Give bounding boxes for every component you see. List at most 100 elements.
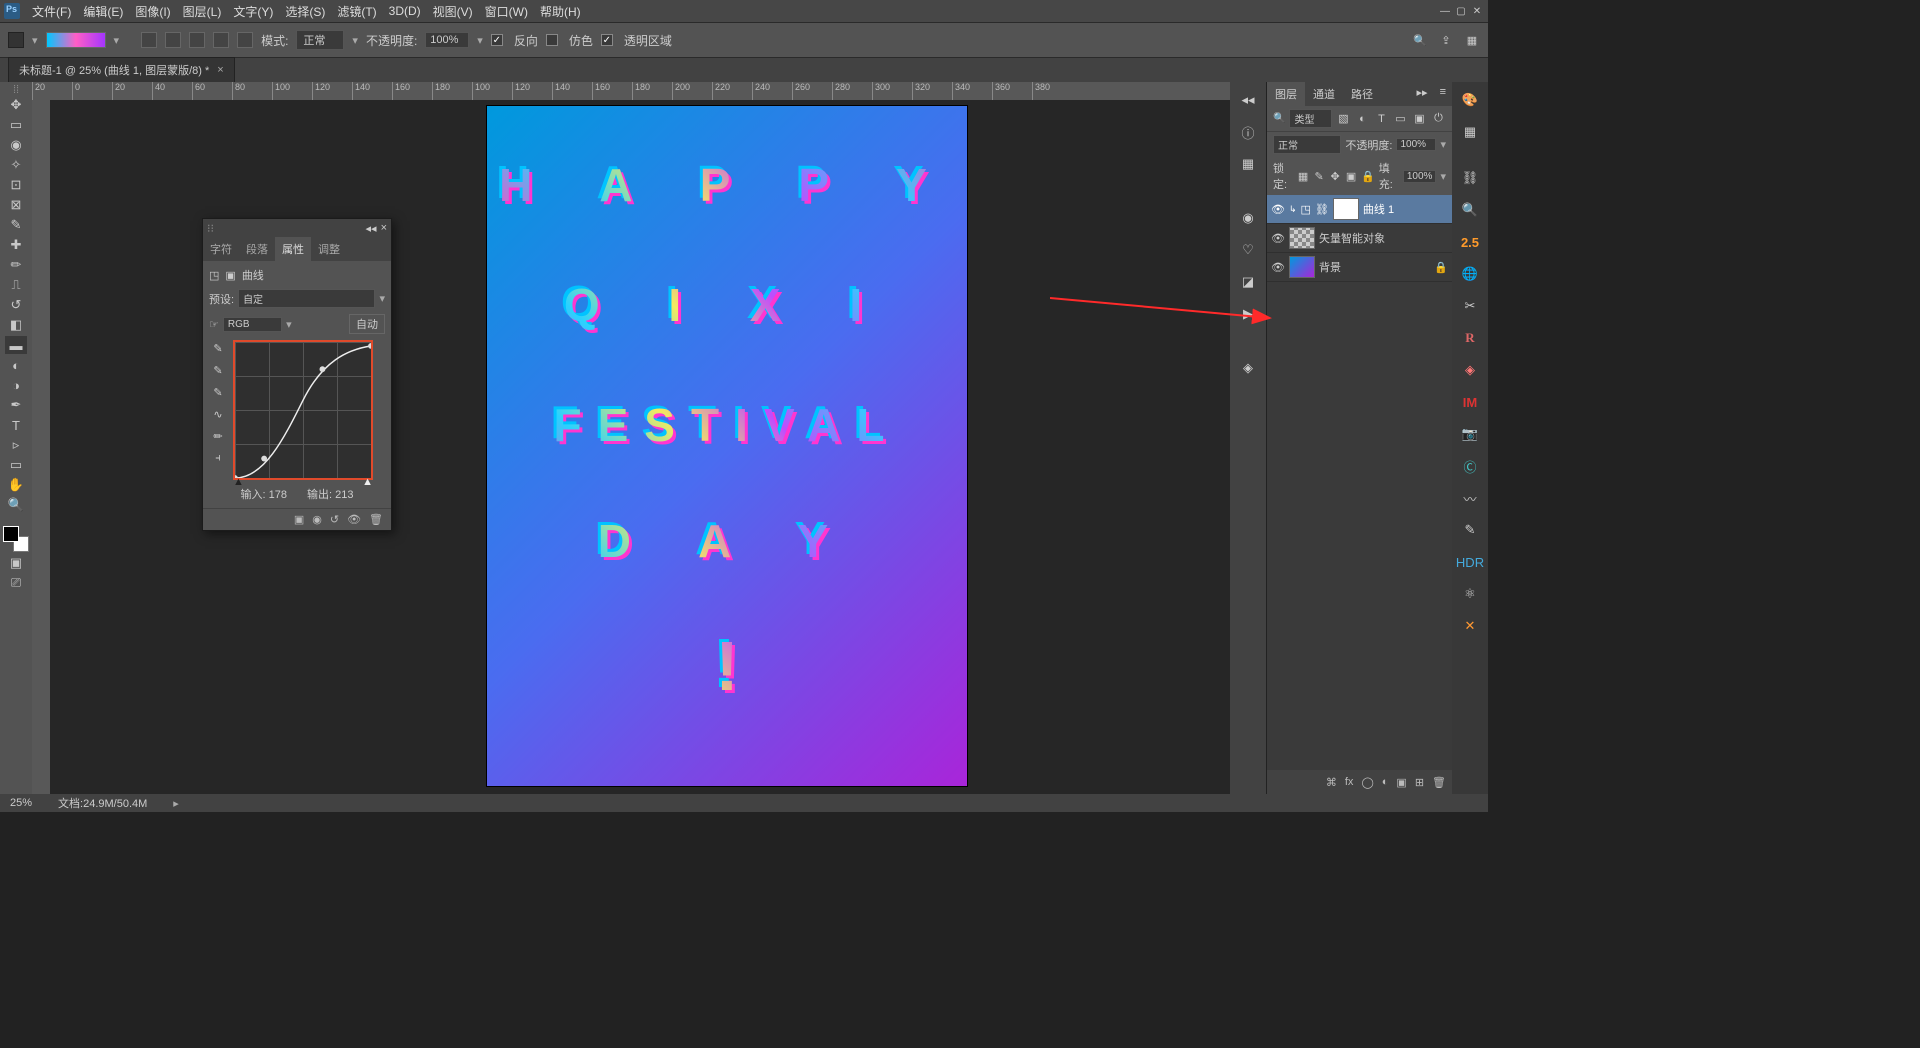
grip-icon[interactable]: ⁞⁞ [2, 86, 30, 94]
menu-help[interactable]: 帮助(H) [534, 3, 587, 20]
fill-field[interactable]: 100% [1403, 170, 1437, 183]
layer-row[interactable]: 👁矢量智能对象 [1267, 224, 1452, 253]
search-icon[interactable]: 🔍 [1412, 32, 1428, 48]
black-eyedropper-icon[interactable]: ✎ [209, 340, 227, 356]
reset-icon[interactable]: ↺ [330, 513, 339, 526]
dodge-tool[interactable]: ◑ [5, 376, 27, 394]
gradient-linear-icon[interactable] [141, 32, 157, 48]
finger-icon[interactable]: ☞ [209, 318, 219, 331]
lock-pixels-icon[interactable]: ▦ [1297, 169, 1309, 184]
collapse-handle-icon[interactable]: ◂◂ [1236, 88, 1260, 112]
layer-filter-select[interactable]: 类型 [1289, 109, 1332, 128]
c-ext-icon[interactable]: Ⓒ [1457, 454, 1483, 478]
filter-adjust-icon[interactable]: ◐ [1355, 111, 1370, 126]
marquee-tool[interactable]: ▭ [5, 116, 27, 134]
lock-paint-icon[interactable]: ✎ [1313, 169, 1325, 184]
blend-mode-select[interactable]: 正常 [296, 30, 344, 50]
layers-icon[interactable]: ◈ [1236, 356, 1260, 380]
visibility-icon[interactable]: 👁 [1271, 203, 1285, 216]
close-icon[interactable]: ✕ [1470, 4, 1484, 18]
view-prev-icon[interactable]: ◉ [312, 513, 322, 526]
panel-close-icon[interactable]: × [381, 222, 387, 235]
palette-icon[interactable]: 🎨 [1457, 88, 1483, 112]
lock-all-icon[interactable]: 🔒 [1361, 169, 1375, 184]
cut-icon[interactable]: ✂ [1457, 294, 1483, 318]
grid-icon[interactable]: ▦ [1236, 152, 1260, 176]
preset-select[interactable]: 自定 [238, 289, 375, 308]
filter-toggle-icon[interactable]: ⏻ [1431, 111, 1446, 126]
layer-row[interactable]: 👁背景🔒 [1267, 253, 1452, 282]
gradient-angle-icon[interactable] [189, 32, 205, 48]
gradient-preview[interactable] [46, 32, 106, 48]
globe-icon[interactable]: 🌐 [1457, 262, 1483, 286]
tab-paths[interactable]: 路径 [1343, 82, 1381, 106]
document-tab[interactable]: 未标题-1 @ 25% (曲线 1, 图层蒙版/8) * × [8, 57, 235, 82]
ext-im-icon[interactable]: IM [1457, 390, 1483, 414]
cloud-icon[interactable]: ◉ [1236, 206, 1260, 230]
panel-collapse-icon[interactable]: ▸▸ [1411, 82, 1434, 106]
move-tool[interactable]: ✥ [5, 96, 27, 114]
menu-filter[interactable]: 滤镜(T) [331, 3, 382, 20]
filter-type-icon[interactable]: T [1374, 111, 1389, 126]
screenmode-icon[interactable]: ⎚ [5, 574, 27, 592]
menu-layer[interactable]: 图层(L) [177, 3, 228, 20]
white-eyedropper-icon[interactable]: ✎ [209, 384, 227, 400]
color-swatches[interactable] [3, 526, 29, 552]
pencil-edit-icon[interactable]: ✏ [209, 428, 227, 444]
tab-character[interactable]: 字符 [203, 237, 239, 261]
type-tool[interactable]: T [5, 416, 27, 434]
document-canvas[interactable]: H A P P Y Q I X I FESTIVAL D A Y ! [487, 106, 967, 786]
menu-file[interactable]: 文件(F) [26, 3, 77, 20]
healing-tool[interactable]: ✚ [5, 236, 27, 254]
lock-position-icon[interactable]: ✥ [1329, 169, 1341, 184]
visibility-icon[interactable]: 👁 [347, 513, 361, 526]
visibility-icon[interactable]: 👁 [1271, 232, 1285, 245]
reverse-checkbox[interactable] [491, 34, 503, 46]
panel-grip-icon[interactable]: ⁝⁝ [207, 222, 214, 235]
eraser-tool[interactable]: ◧ [5, 316, 27, 334]
zoom-tool[interactable]: 🔍 [5, 496, 27, 514]
quickmask-icon[interactable]: ▣ [5, 554, 27, 572]
magic-wand-tool[interactable]: ✧ [5, 156, 27, 174]
channel-select[interactable]: RGB [223, 317, 282, 332]
ext-r-icon[interactable]: R [1457, 326, 1483, 350]
swatches-ext-icon[interactable]: ▦ [1457, 120, 1483, 144]
frame-tool[interactable]: ⊠ [5, 196, 27, 214]
zoom-level[interactable]: 25% [10, 797, 32, 809]
brush-tool[interactable]: ✏ [5, 256, 27, 274]
transparency-checkbox[interactable] [601, 34, 613, 46]
filter-image-icon[interactable]: ▧ [1336, 111, 1351, 126]
mask-icon[interactable]: ◯ [1361, 776, 1373, 789]
pen-tool[interactable]: ✒ [5, 396, 27, 414]
tab-close-icon[interactable]: × [217, 64, 223, 76]
panel-menu-icon[interactable]: ≡ [1434, 82, 1452, 106]
maximize-icon[interactable]: ▢ [1454, 4, 1468, 18]
layer-blend-select[interactable]: 正常 [1273, 135, 1341, 154]
tool-preset-icon[interactable] [8, 32, 24, 48]
new-layer-icon[interactable]: ⊞ [1415, 776, 1424, 789]
group-icon[interactable]: ▣ [1396, 776, 1406, 789]
curve-edit-icon[interactable]: ∿ [209, 406, 227, 422]
menu-3d[interactable]: 3D(D) [383, 4, 427, 18]
info-icon[interactable]: ⓘ [1236, 120, 1260, 144]
layer-row[interactable]: 👁↳◳⛓曲线 1 [1267, 195, 1452, 224]
measure-icon[interactable]: 🔍 [1457, 198, 1483, 222]
trash-icon[interactable]: 🗑 [369, 513, 383, 526]
eyedropper-tool[interactable]: ✎ [5, 216, 27, 234]
properties-panel[interactable]: ⁝⁝ ◂◂× 字符 段落 属性 调整 ◳▣ 曲线 预设: 自定▾ ☞ RGB▾ … [202, 218, 392, 531]
panel-collapse-icon[interactable]: ◂◂ [366, 222, 377, 235]
wave-icon[interactable]: 〰 [1457, 486, 1483, 510]
clip-icon[interactable]: ▣ [294, 513, 304, 526]
adjust-ext-icon[interactable]: ⛓ [1457, 166, 1483, 190]
gradient-reflected-icon[interactable] [213, 32, 229, 48]
gradient-radial-icon[interactable] [165, 32, 181, 48]
fx-icon[interactable]: fx [1345, 776, 1354, 788]
tab-paragraph[interactable]: 段落 [239, 237, 275, 261]
delete-layer-icon[interactable]: 🗑 [1432, 776, 1446, 789]
adjustment-icon[interactable]: ◐ [1382, 776, 1389, 788]
gradient-diamond-icon[interactable] [237, 32, 253, 48]
bulb-icon[interactable]: ♡ [1236, 238, 1260, 262]
hand-tool[interactable]: ✋ [5, 476, 27, 494]
stamp-tool[interactable]: ⎍ [5, 276, 27, 294]
tab-adjustments[interactable]: 调整 [311, 237, 347, 261]
